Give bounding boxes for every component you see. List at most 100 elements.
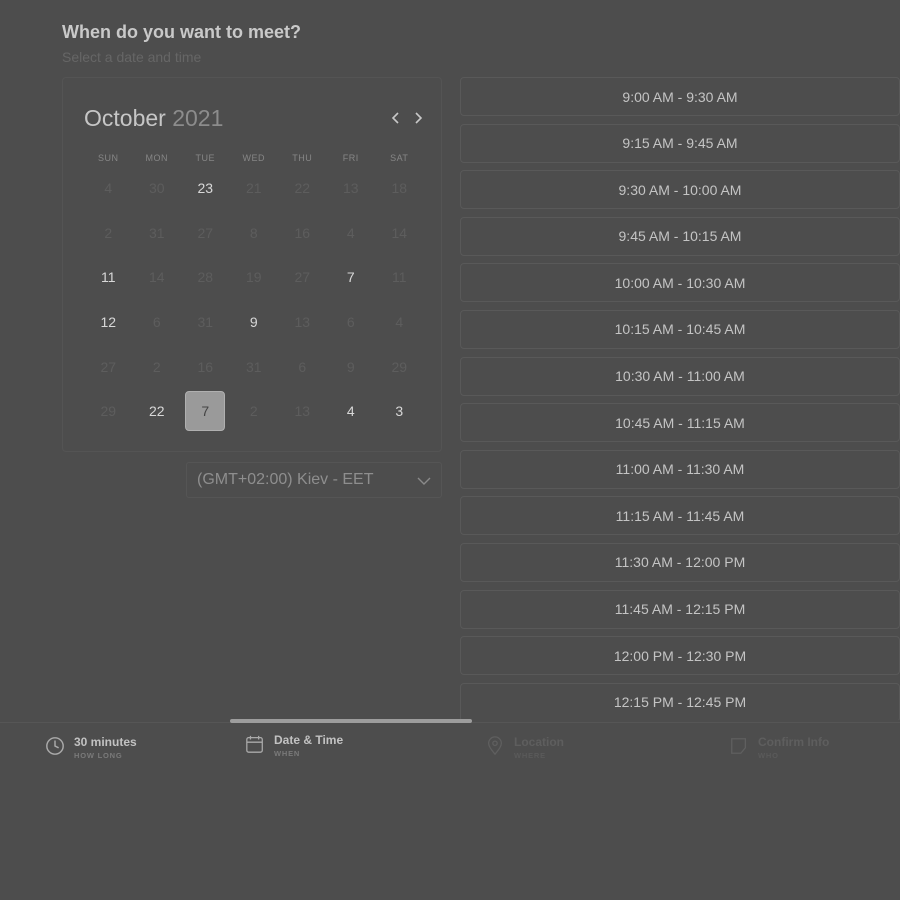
time-slot-button[interactable]: 11:30 AM - 12:00 PM xyxy=(460,542,900,582)
calendar-day: 13 xyxy=(278,300,327,345)
calendar-day: 16 xyxy=(181,344,230,389)
calendar-day: 27 xyxy=(278,255,327,300)
step-label: Location xyxy=(514,735,564,749)
weekday-label: TUE xyxy=(195,153,215,163)
calendar-day: 2 xyxy=(133,344,182,389)
calendar-day-number: 31 xyxy=(197,314,214,331)
calendar-day: 11 xyxy=(375,255,424,300)
page-title: When do you want to meet? xyxy=(62,22,301,42)
step-where[interactable]: Location WHERE xyxy=(485,735,564,761)
chevron-right-icon xyxy=(415,112,423,124)
calendar-day-number: 13 xyxy=(294,314,311,331)
calendar-day-number: 6 xyxy=(298,358,307,375)
calendar-day: 18 xyxy=(375,166,424,211)
prev-month-button[interactable] xyxy=(387,106,405,130)
step-label: 30 minutes xyxy=(74,735,137,749)
calendar-month: October xyxy=(84,105,166,131)
time-slot-button[interactable]: 9:15 AM - 9:45 AM xyxy=(460,123,900,163)
time-slot-button[interactable]: 10:00 AM - 10:30 AM xyxy=(460,263,900,303)
calendar-day-number: 2 xyxy=(152,358,161,375)
calendar-day: 19 xyxy=(230,255,279,300)
calendar-day-number: 22 xyxy=(294,180,311,197)
time-slot-button[interactable]: 10:15 AM - 10:45 AM xyxy=(460,309,900,349)
calendar-day-number: 14 xyxy=(148,269,165,286)
time-slot-button[interactable]: 9:30 AM - 10:00 AM xyxy=(460,170,900,210)
calendar-day[interactable]: 3 xyxy=(375,389,424,434)
time-slot-button[interactable]: 10:45 AM - 11:15 AM xyxy=(460,403,900,443)
calendar-day: 6 xyxy=(278,344,327,389)
calendar-day-number: 29 xyxy=(391,358,408,375)
chevron-left-icon xyxy=(391,112,399,124)
calendar-day-number: 6 xyxy=(346,314,355,331)
step-sub: WHO xyxy=(758,751,779,760)
calendar-day-number: 6 xyxy=(152,314,161,331)
calendar-day-number: 4 xyxy=(104,180,113,197)
calendar-day-number: 11 xyxy=(391,269,407,286)
calendar-day: 4 xyxy=(84,166,133,211)
calendar-day-number: 12 xyxy=(100,314,117,331)
calendar-day-number: 28 xyxy=(197,269,214,286)
calendar-day: 27 xyxy=(84,344,133,389)
next-month-button[interactable] xyxy=(409,106,427,130)
calendar-day-number: 30 xyxy=(148,180,165,197)
calendar-day-selected[interactable]: 7 xyxy=(181,389,230,434)
calendar-day[interactable]: 7 xyxy=(327,255,376,300)
calendar-day-number: 4 xyxy=(346,224,355,241)
calendar-day: 29 xyxy=(375,344,424,389)
time-slot-button[interactable]: 10:30 AM - 11:00 AM xyxy=(460,356,900,396)
calendar-day: 31 xyxy=(230,344,279,389)
calendar-day-number: 29 xyxy=(100,403,117,420)
time-slot-button[interactable]: 12:00 PM - 12:30 PM xyxy=(460,636,900,676)
weekday-label: THU xyxy=(292,153,313,163)
time-slot-button[interactable]: 9:00 AM - 9:30 AM xyxy=(460,77,900,116)
calendar-day: 27 xyxy=(181,211,230,256)
time-slot-list: 9:00 AM - 9:30 AM 9:15 AM - 9:45 AM 9:30 A… xyxy=(460,77,900,720)
step-when[interactable]: Date & Time WHEN xyxy=(245,733,343,759)
calendar-day[interactable]: 12 xyxy=(84,300,133,345)
step-how-long[interactable]: 30 minutes HOW LONG xyxy=(45,735,137,761)
timezone-select[interactable]: (GMT+02:00) Kiev - EET xyxy=(186,462,442,498)
calendar-day: 14 xyxy=(133,255,182,300)
time-slot-button[interactable]: 9:45 AM - 10:15 AM xyxy=(460,216,900,256)
time-slot-button[interactable]: 11:45 AM - 12:15 PM xyxy=(460,589,900,629)
step-sub: WHEN xyxy=(274,749,301,758)
calendar-day: 13 xyxy=(278,389,327,434)
calendar-day: 9 xyxy=(327,344,376,389)
calendar-day-number: 3 xyxy=(395,403,404,420)
calendar-day[interactable]: 9 xyxy=(230,300,279,345)
weekday-label: SUN xyxy=(97,153,119,163)
calendar-day: 29 xyxy=(84,389,133,434)
calendar-day: 6 xyxy=(327,300,376,345)
calendar-day[interactable]: 4 xyxy=(327,389,376,434)
calendar-day-number: 8 xyxy=(249,224,258,241)
page-subtitle: Select a date and time xyxy=(62,49,202,65)
weekday-header: SUN MON TUE WED THU FRI SAT xyxy=(84,153,424,163)
calendar-day-number: 27 xyxy=(294,269,311,286)
calendar-day-number: 19 xyxy=(245,269,262,286)
calendar-day-number: 27 xyxy=(100,358,117,375)
calendar-day[interactable]: 23 xyxy=(181,166,230,211)
weekday-label: MON xyxy=(145,153,168,163)
calendar-day: 14 xyxy=(375,211,424,256)
calendar-day-number: 9 xyxy=(249,314,258,331)
step-who[interactable]: Confirm Info WHO xyxy=(729,735,829,761)
calendar-day-number: 16 xyxy=(197,358,214,375)
calendar-day: 2 xyxy=(84,211,133,256)
calendar-day[interactable]: 22 xyxy=(133,389,182,434)
weekday-label: WED xyxy=(242,153,265,163)
time-slot-button[interactable]: 11:00 AM - 11:30 AM xyxy=(460,449,900,489)
calendar-day-number: 31 xyxy=(148,224,165,241)
timezone-value: (GMT+02:00) Kiev - EET xyxy=(197,471,374,488)
calendar-day-number: 11 xyxy=(100,269,116,286)
map-pin-icon xyxy=(487,736,503,756)
calendar-month-label: October 2021 xyxy=(84,105,223,132)
calendar-day: 22 xyxy=(278,166,327,211)
step-label: Confirm Info xyxy=(758,735,830,749)
time-slot-button[interactable]: 11:15 AM - 11:45 AM xyxy=(460,496,900,536)
calendar-day: 31 xyxy=(133,211,182,256)
calendar-day: 2 xyxy=(230,389,279,434)
time-slot-button[interactable]: 12:15 PM - 12:45 PM xyxy=(460,682,900,720)
calendar-day[interactable]: 11 xyxy=(84,255,133,300)
calendar-day: 30 xyxy=(133,166,182,211)
calendar-day-number: 2 xyxy=(249,403,258,420)
